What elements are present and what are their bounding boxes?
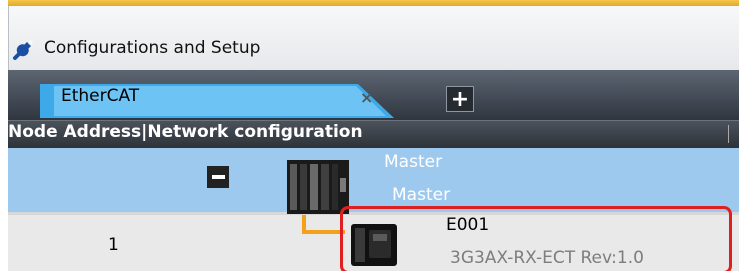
panel-title-row: Configurations and Setup: [8, 32, 260, 64]
connection-line: [302, 230, 345, 234]
panel-title: Configurations and Setup: [44, 38, 261, 58]
master-name: Master: [384, 152, 443, 172]
sysmac-window: Configurations and Setup EtherCAT × + No…: [0, 0, 739, 271]
master-row[interactable]: [8, 148, 739, 212]
wrench-icon: [13, 40, 33, 60]
tab-label: EtherCAT: [61, 86, 140, 106]
column-divider[interactable]: [728, 125, 729, 143]
controller-device-icon: [287, 160, 349, 214]
close-icon[interactable]: ×: [360, 88, 373, 107]
master-model: Master: [392, 185, 451, 205]
collapse-icon[interactable]: [207, 166, 229, 188]
slave-highlight-box: [340, 206, 732, 271]
add-tab-button[interactable]: +: [446, 86, 474, 112]
node-address: 1: [108, 235, 119, 255]
column-header-label: Node Address|Network configuration: [8, 122, 363, 142]
